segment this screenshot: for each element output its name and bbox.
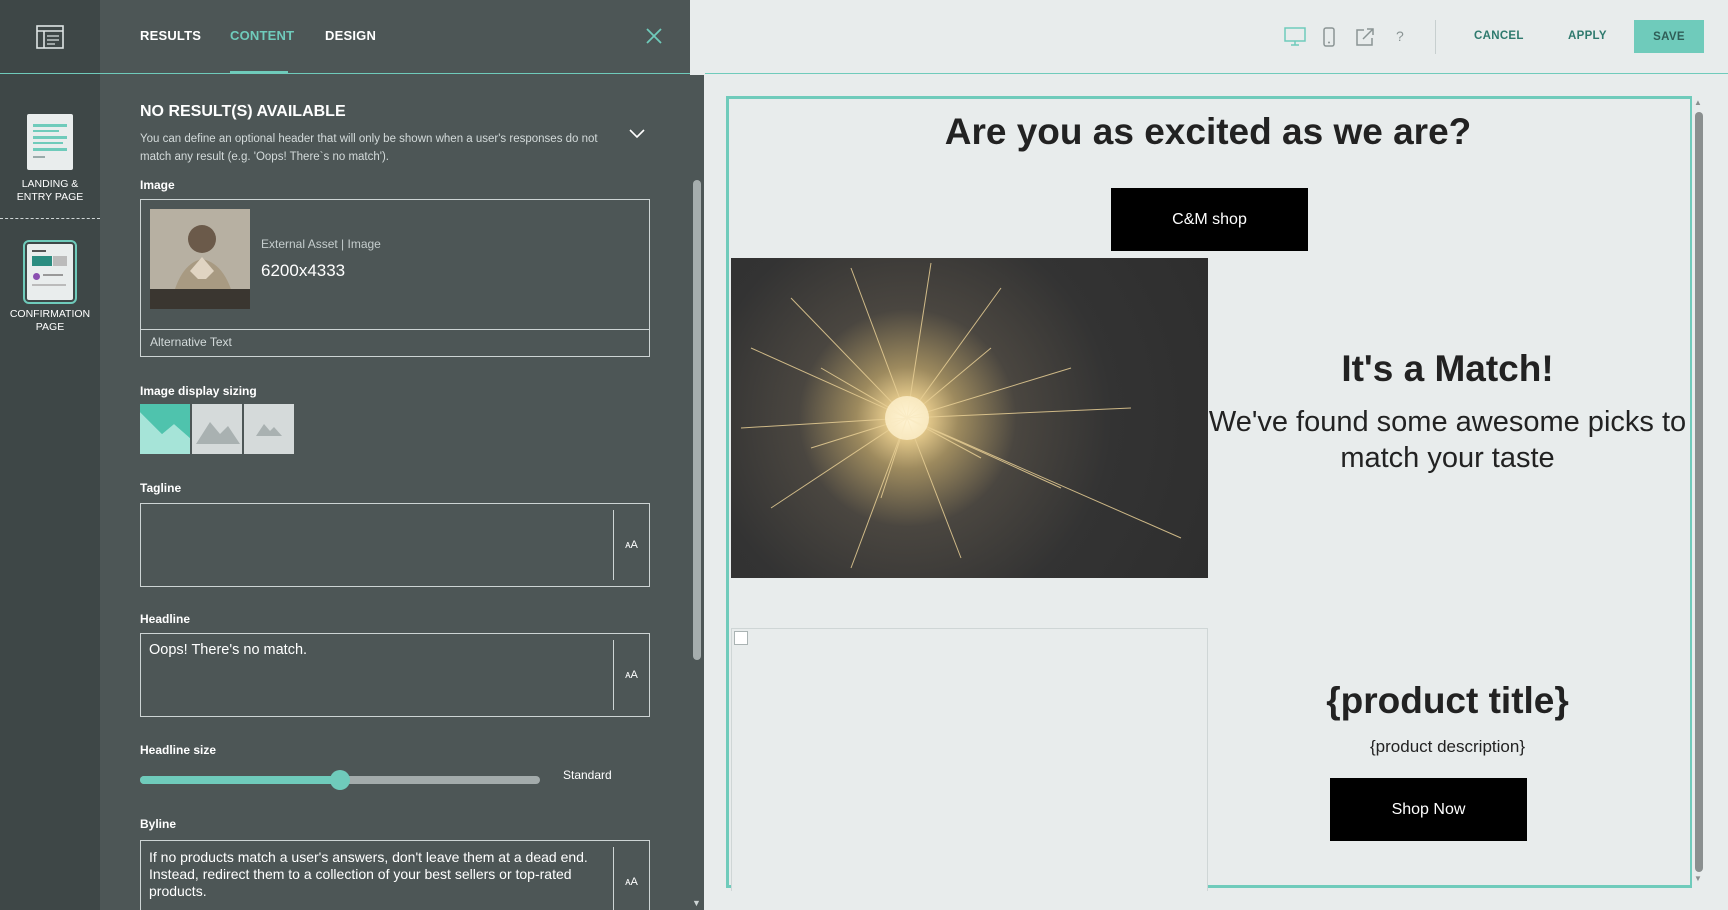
preview-scrollbar-thumb[interactable] [1695,112,1703,872]
tagline-input[interactable]: ᴀA [140,503,650,587]
product-description: {product description} [1370,737,1525,756]
headline-input[interactable]: Oops! There's no match. ᴀA [140,633,650,717]
sizing-option-original[interactable] [244,404,294,454]
headline-label: Headline [140,612,191,626]
sizing-option-fill[interactable] [140,404,190,454]
panel-scrollbar[interactable]: ▼ [690,75,704,910]
slider-fill [140,776,340,784]
apply-button[interactable]: APPLY [1568,30,1607,42]
help-icon[interactable]: ? [1396,28,1404,44]
text-style-icon[interactable]: ᴀA [613,640,649,710]
page-rail: LANDING & ENTRY PAGE CONFIRMATION PAGE [0,0,100,910]
section-description: You can define an optional header that w… [140,133,598,163]
headline-size-value: Standard [563,768,612,782]
broken-image-icon [734,631,748,645]
image-field[interactable]: External Asset | Image 6200x4333 Alterna… [140,199,650,357]
tab-design[interactable]: DESIGN [325,28,376,43]
sizing-option-fit[interactable] [192,404,242,454]
headline-value: Oops! There's no match. [149,642,308,658]
rail-page-landing[interactable]: LANDING & ENTRY PAGE [0,114,100,204]
slider-handle[interactable] [330,770,350,790]
editor-form: NO RESULT(S) AVAILABLE You can define an… [100,75,690,910]
byline-label: Byline [140,817,177,831]
shop-button[interactable]: C&M shop [1111,188,1308,251]
preview-frame: Are you as excited as we are? C&M shop I… [726,96,1690,891]
panel-scrollbar-thumb[interactable] [693,180,701,660]
image-sizing-options [140,404,294,454]
cancel-button[interactable]: CANCEL [1474,30,1524,42]
shop-now-button[interactable]: Shop Now [1330,778,1527,841]
text-style-icon[interactable]: ᴀA [613,847,649,910]
match-heading: It's a Match! [1341,348,1554,389]
rail-header [0,0,100,74]
rail-page-label: PAGE [35,321,65,333]
rail-divider [0,218,100,219]
product-title: {product title} [1326,680,1569,721]
byline-value: If no products match a user's answers, d… [149,849,588,899]
image-label: Image [140,178,175,192]
active-tab-indicator [230,71,288,74]
alt-text-input[interactable]: Alternative Text [141,329,649,356]
rail-page-label: LANDING & [21,178,79,190]
tab-content[interactable]: CONTENT [230,28,294,43]
toolbar-divider [1435,20,1436,54]
close-icon[interactable] [644,26,664,46]
product-image [731,628,1208,891]
landing-page-thumbnail [27,114,73,170]
scroll-down-icon[interactable]: ▼ [692,898,701,908]
tab-results[interactable]: RESULTS [140,28,201,43]
headline-size-slider[interactable] [140,770,540,790]
image-source: External Asset | Image [261,237,381,251]
byline-input[interactable]: If no products match a user's answers, d… [140,840,650,910]
tagline-label: Tagline [140,481,182,495]
scroll-up-icon[interactable]: ▲ [1694,98,1702,107]
headline-size-label: Headline size [140,743,217,757]
scroll-down-icon[interactable]: ▼ [1694,874,1702,883]
image-dimensions: 6200x4333 [261,261,346,280]
chevron-down-icon[interactable] [628,127,646,139]
image-thumbnail [150,209,250,309]
rail-page-confirmation[interactable]: CONFIRMATION PAGE [0,240,100,334]
preview-heading: Are you as excited as we are? [944,111,1472,152]
rail-page-label: ENTRY PAGE [16,191,84,203]
external-link-icon[interactable] [1355,27,1375,47]
preview-scrollbar[interactable]: ▲ ▼ [1690,96,1704,888]
image-sizing-label: Image display sizing [140,384,257,398]
confirmation-page-thumbnail [23,240,77,304]
section-title: NO RESULT(S) AVAILABLE [140,103,346,120]
save-button[interactable]: SAVE [1634,20,1704,53]
preview-toolbar: ? CANCEL APPLY SAVE [705,0,1728,74]
editor-panel: RESULTS CONTENT DESIGN NO RESULT(S) AVAI… [100,0,690,910]
sparkler-image [731,258,1208,578]
mobile-icon[interactable] [1323,27,1335,47]
match-subtitle: We've found some awesome picks to match … [1208,406,1687,474]
desktop-icon[interactable] [1284,27,1306,47]
editor-tabs: RESULTS CONTENT DESIGN [100,0,690,74]
rail-page-label: CONFIRMATION [9,308,91,320]
layout-icon[interactable] [36,24,64,49]
text-style-icon[interactable]: ᴀA [613,510,649,580]
